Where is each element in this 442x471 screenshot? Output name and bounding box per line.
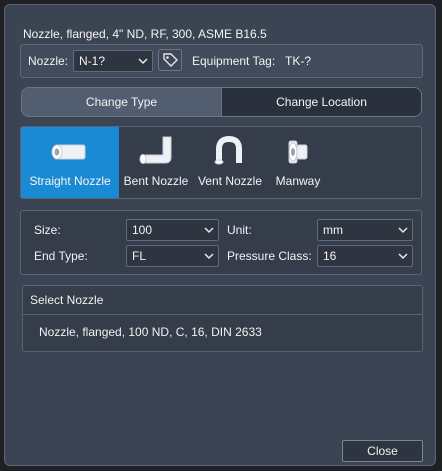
dialog-title: Nozzle, flanged, 4" ND, RF, 300, ASME B1… [23, 27, 267, 41]
chevron-down-icon [398, 253, 408, 260]
pressure-class-label: Pressure Class: [227, 249, 312, 263]
straight-nozzle-icon [51, 144, 86, 160]
tag-icon [163, 53, 178, 67]
size-select-value: 100 [132, 223, 153, 237]
nozzle-properties: Size: 100 Unit: mm End Type: FL Pressure… [20, 210, 422, 275]
tag-button[interactable] [158, 49, 182, 71]
nozzle-type-straight[interactable]: Straight Nozzle [21, 127, 119, 198]
end-type-label: End Type: [34, 249, 88, 263]
manway-icon [288, 140, 308, 164]
vent-nozzle-icon [214, 135, 242, 165]
change-type-tab[interactable]: Change Type [22, 88, 222, 116]
unit-select-value: mm [323, 223, 343, 237]
pressure-class-select[interactable]: 16 [317, 245, 413, 267]
change-location-tab[interactable]: Change Location [222, 88, 421, 116]
unit-label: Unit: [227, 223, 252, 237]
nozzle-type-label: Manway [275, 174, 321, 188]
equipment-tag-value: TK-? [285, 54, 312, 68]
nozzle-type-gallery: Straight Nozzle Bent Nozzle Vent Nozzle [20, 126, 422, 199]
nozzle-bar: Nozzle: N-1? Equipment Tag: TK-? [20, 44, 423, 78]
chevron-down-icon [204, 253, 214, 260]
nozzle-dialog: Nozzle, flanged, 4" ND, RF, 300, ASME B1… [4, 4, 436, 466]
nozzle-label: Nozzle: [28, 54, 69, 68]
nozzle-type-label: Straight Nozzle [29, 174, 111, 188]
nozzle-select[interactable]: N-1? [73, 50, 153, 72]
size-select[interactable]: 100 [126, 219, 219, 241]
chevron-down-icon [398, 227, 408, 234]
end-type-select[interactable]: FL [126, 245, 219, 267]
size-label: Size: [34, 223, 61, 237]
select-nozzle-title: Select Nozzle [30, 293, 104, 307]
nozzle-type-label: Bent Nozzle [123, 174, 189, 188]
bent-nozzle-icon [139, 136, 172, 164]
nozzle-type-vent[interactable]: Vent Nozzle [195, 127, 265, 198]
unit-select[interactable]: mm [317, 219, 413, 241]
mode-toggle: Change Type Change Location [21, 87, 422, 117]
select-nozzle-panel: Select Nozzle Nozzle, flanged, 100 ND, C… [22, 285, 423, 352]
select-nozzle-header: Select Nozzle [23, 286, 422, 315]
equipment-tag-label: Equipment Tag: [192, 54, 276, 68]
chevron-down-icon [204, 227, 214, 234]
chevron-down-icon [138, 58, 148, 65]
list-item[interactable]: Nozzle, flanged, 100 ND, C, 16, DIN 2633 [39, 325, 262, 339]
end-type-select-value: FL [132, 249, 147, 263]
close-button[interactable]: Close [342, 440, 423, 462]
nozzle-type-bent[interactable]: Bent Nozzle [121, 127, 191, 198]
pressure-class-select-value: 16 [323, 249, 337, 263]
nozzle-type-label: Vent Nozzle [197, 174, 263, 188]
nozzle-type-manway[interactable]: Manway [267, 127, 329, 198]
nozzle-select-value: N-1? [79, 54, 106, 68]
